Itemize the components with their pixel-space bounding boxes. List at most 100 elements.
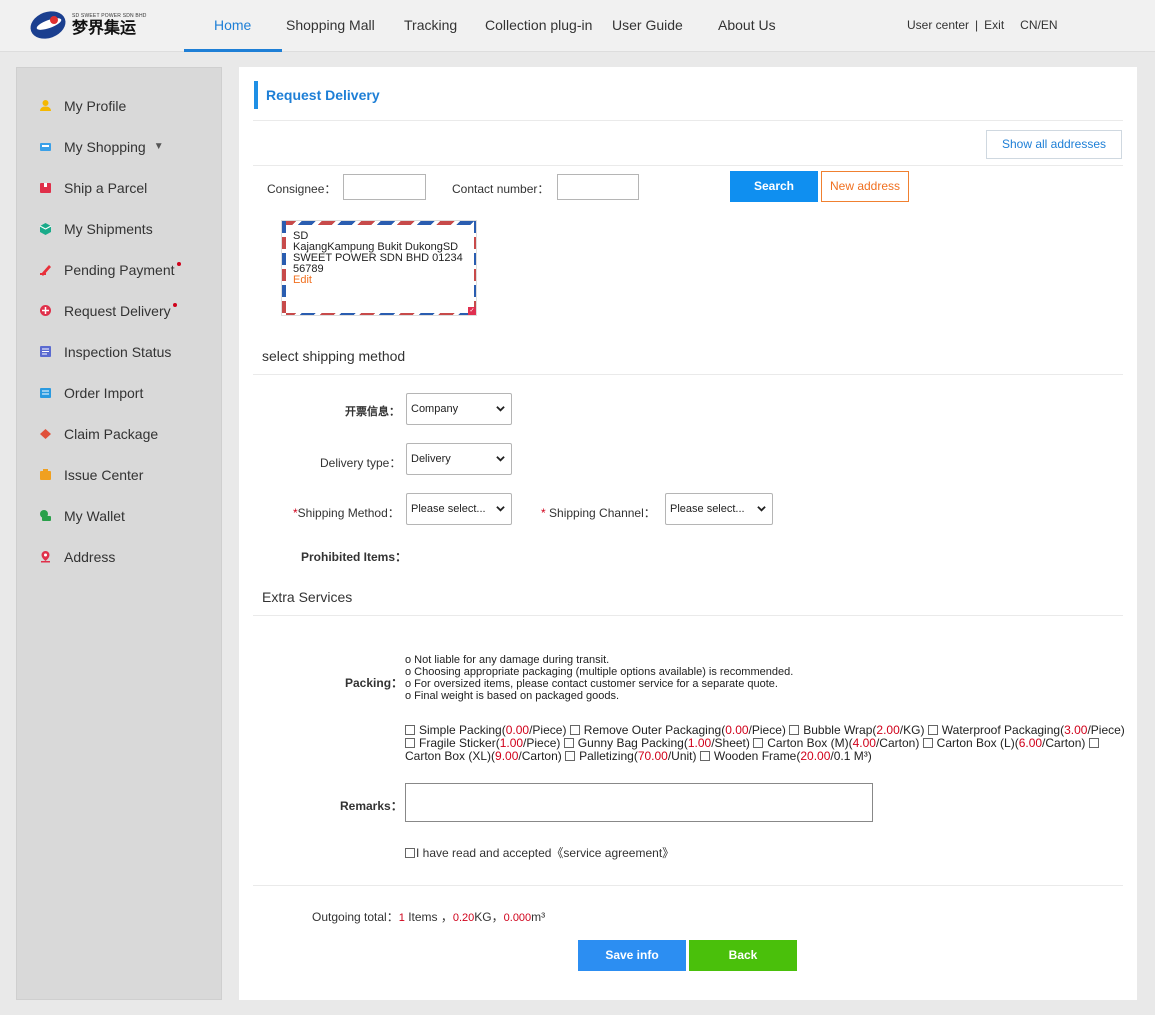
option-price: 6.00 [1018,736,1043,750]
nav-user-guide[interactable]: User Guide [612,17,683,33]
shipping-method-label-text: Shipping Method： [297,506,400,520]
contact-number-label: Contact number： [452,182,550,196]
sidebar-item-my-profile[interactable]: My Profile [17,85,223,126]
total-items-unit: Items ， [404,910,453,924]
agreement-text[interactable]: I have read and accepted《service agreeme… [416,846,674,860]
option-name: Fragile Sticker [419,736,496,750]
total-volume-unit: m³ [531,910,546,924]
total-label: Outgoing total： [312,910,399,924]
option-price: 70.00 [637,749,668,763]
carton-box-xl-checkbox[interactable] [1088,738,1099,748]
divider [253,615,1123,616]
bubble-wrap-checkbox[interactable] [789,725,800,735]
airmail-stripe [282,313,476,315]
remove-outer-packaging-checkbox[interactable] [569,725,580,735]
nav-tracking[interactable]: Tracking [404,17,457,33]
option-name: Wooden Frame [713,749,797,763]
airmail-stripe [282,221,476,225]
language-toggle[interactable]: CN/EN [1020,18,1057,32]
sidebar-item-my-shipments[interactable]: My Shipments [17,208,223,249]
sidebar-item-label: Address [64,548,116,565]
show-all-addresses-button[interactable]: Show all addresses [986,130,1122,159]
carton-box-l-checkbox[interactable] [922,738,933,748]
sidebar-item-inspection-status[interactable]: Inspection Status [17,331,223,372]
nav-collection-plugin[interactable]: Collection plug-in [485,17,592,33]
option-unit: /0.1 M³ [830,749,868,763]
extra-services-title: Extra Services [262,589,353,605]
carton-box-m-checkbox[interactable] [753,738,764,748]
packing-note: o Choosing appropriate packaging (multip… [405,666,794,678]
user-links: User center | Exit CN/EN [907,18,1058,32]
sidebar-item-my-wallet[interactable]: My Wallet [17,495,223,536]
shipping-section-title: select shipping method [262,348,406,364]
option-name: Carton Box (XL) [405,749,492,763]
option-name: Simple Packing [419,723,502,737]
sidebar-item-label: Request Delivery [64,302,171,319]
sidebar-item-label: My Profile [64,97,127,114]
edit-address-link[interactable]: Edit [293,275,471,286]
option-price: 4.00 [852,736,876,750]
nav-active-indicator [184,49,282,52]
sidebar-item-label: Order Import [64,384,144,401]
total-volume: 0.000 [503,912,532,924]
sidebar-item-my-shopping[interactable]: My Shopping ▼ [17,126,223,167]
simple-packing-checkbox[interactable] [405,725,415,735]
notification-dot [176,261,181,266]
sidebar-item-label: Inspection Status [64,343,172,360]
sidebar-item-order-import[interactable]: Order Import [17,372,223,413]
sidebar-item-pending-payment[interactable]: Pending Payment [17,249,223,290]
new-address-button[interactable]: New address [821,171,909,202]
remarks-input[interactable] [405,783,873,822]
save-info-button[interactable]: Save info [578,940,686,971]
invoice-label: 开票信息： [345,405,400,418]
sidebar-item-label: My Shopping [64,138,146,155]
user-center-link[interactable]: User center [907,18,969,32]
nav-about-us[interactable]: About Us [718,17,776,33]
remarks-label: Remarks： [340,799,403,813]
invoice-select[interactable]: Company [406,393,512,425]
palletizing-checkbox[interactable] [565,751,576,761]
option-unit: /Unit [667,749,693,763]
search-button[interactable]: Search [730,171,818,202]
consignee-input[interactable] [343,174,426,200]
logo[interactable]: SD SWEET POWER SDN BHD 梦界集运 [26,6,147,44]
delivery-type-label: Delivery type： [320,456,402,470]
agreement-checkbox[interactable] [405,848,415,858]
option-price: 0.00 [725,723,749,737]
option-price: 3.00 [1064,723,1088,737]
sidebar-item-label: Pending Payment [64,261,175,278]
delivery-type-value: Delivery [411,453,451,465]
option-unit: /KG [899,723,921,737]
option-price: 9.00 [495,749,519,763]
waterproof-packaging-checkbox[interactable] [927,725,938,735]
nav-shopping-mall[interactable]: Shopping Mall [286,17,375,33]
packing-label: Packing： [345,676,404,690]
wooden-frame-checkbox[interactable] [699,751,710,761]
sidebar-item-request-delivery[interactable]: Request Delivery [17,290,223,331]
shipping-method-select[interactable]: Please select... [406,493,512,525]
delivery-type-select[interactable]: Delivery [406,443,512,475]
divider [253,885,1123,886]
exit-link[interactable]: Exit [984,18,1004,32]
chevron-down-icon [496,456,505,462]
sidebar-item-issue-center[interactable]: Issue Center [17,454,223,495]
wallet-icon [38,509,52,523]
shipping-method-label: *Shipping Method： [293,504,400,521]
shipping-channel-select[interactable]: Please select... [665,493,773,525]
logo-brand-name: 梦界集运 [72,18,137,37]
agreement-row: I have read and accepted《service agreeme… [405,844,674,861]
user-icon [38,99,52,113]
fragile-sticker-checkbox[interactable] [405,738,415,748]
back-button[interactable]: Back [689,940,797,971]
sidebar-item-address[interactable]: Address [17,536,223,577]
sidebar-item-ship-a-parcel[interactable]: Ship a Parcel [17,167,223,208]
sidebar-item-claim-package[interactable]: Claim Package [17,413,223,454]
claim-icon [38,427,52,441]
address-card[interactable]: SD KajangKampung Bukit DukongSD SWEET PO… [281,220,477,316]
nav-home[interactable]: Home [214,17,251,33]
gunny-bag-packing-checkbox[interactable] [563,738,574,748]
sidebar-item-label: Ship a Parcel [64,179,148,196]
option-name: Palletizing [579,749,634,763]
option-price: 1.00 [687,736,712,750]
contact-number-input[interactable] [557,174,639,200]
